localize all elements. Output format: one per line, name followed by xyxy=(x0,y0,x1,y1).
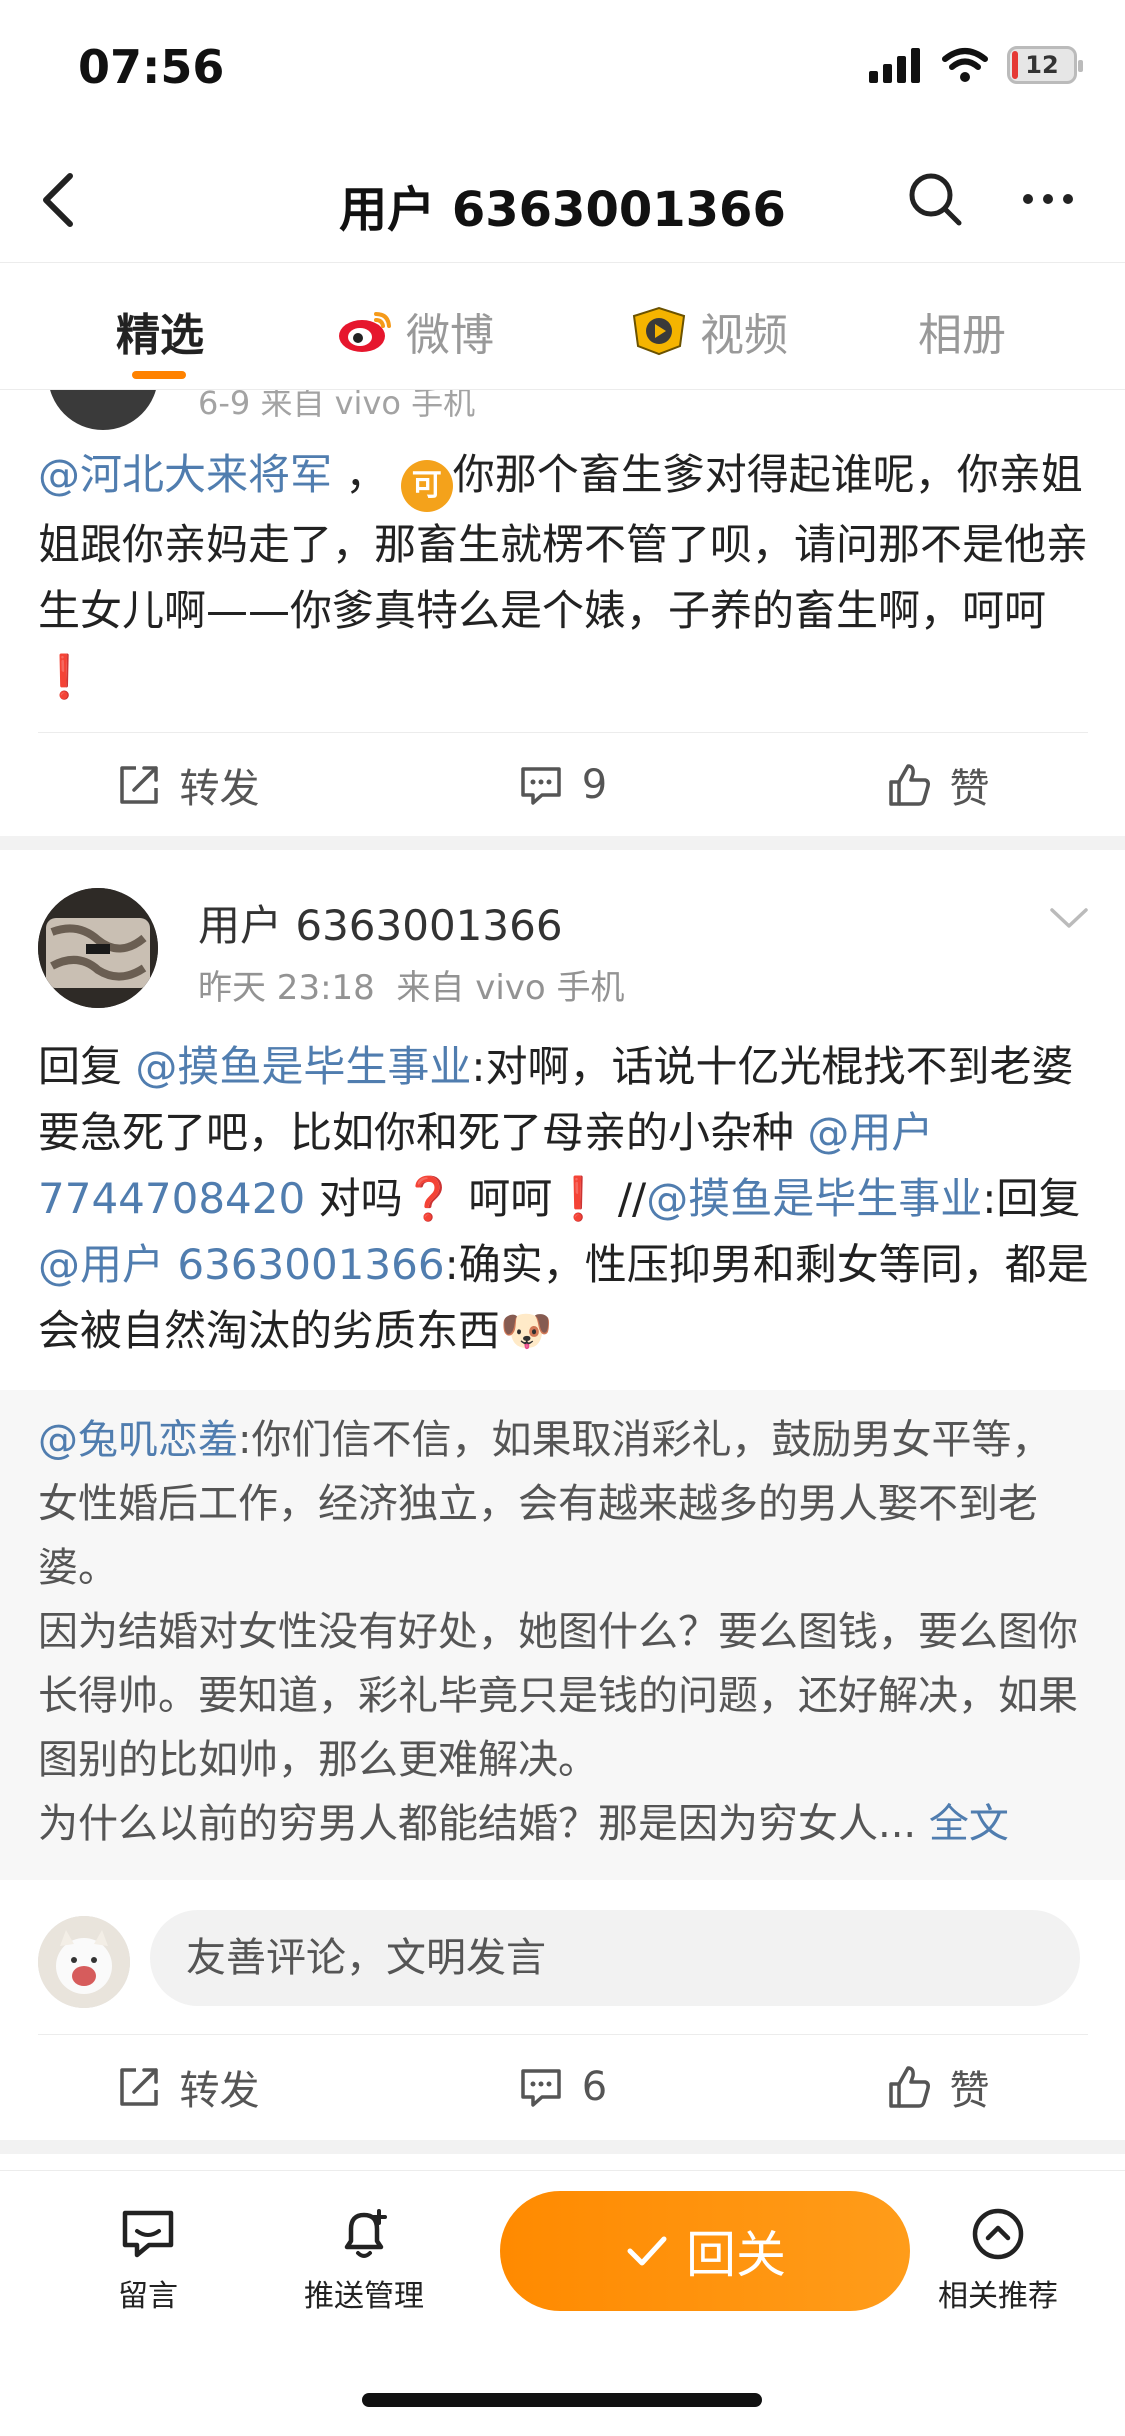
tab-label: 精选 xyxy=(116,310,204,361)
comment-count: 6 xyxy=(581,2064,608,2110)
full-text-link[interactable]: 全文 xyxy=(929,1801,1009,1847)
tab-label: 视频 xyxy=(700,310,788,361)
video-channel-icon xyxy=(632,306,686,356)
push-label: 推送管理 xyxy=(304,2279,424,2314)
follow-back-label: 回关 xyxy=(686,2226,786,2284)
like-button[interactable]: 赞 xyxy=(750,734,1125,836)
avatar[interactable] xyxy=(48,390,158,430)
text-separator: ， xyxy=(332,450,388,499)
post-time: 昨天 23:18 xyxy=(198,968,375,1008)
divider xyxy=(38,732,1088,733)
avatar-image xyxy=(38,888,158,1008)
avatar xyxy=(38,1916,130,2008)
mention-link[interactable]: @摸鱼是毕生事业 xyxy=(646,1174,982,1223)
divider xyxy=(38,2034,1088,2035)
post-text: 回复 @摸鱼是毕生事业:对啊，话说十亿光棍找不到老婆要急死了吧，比如你和死了母亲… xyxy=(38,1034,1098,1364)
status-time: 07:56 xyxy=(78,40,225,94)
section-separator xyxy=(0,836,1125,850)
mention-link[interactable]: @用户 6363001366 xyxy=(38,1240,445,1289)
bottom-bar: 留言 推送管理 回关 相关推荐 xyxy=(0,2170,1125,2436)
profile-tabs: 精选 微博 视频 相册 xyxy=(0,262,1125,390)
text-span: 回复 xyxy=(38,1042,136,1091)
tab-album[interactable]: 相册 xyxy=(918,299,1006,363)
exclamation-emoji: ❗ xyxy=(38,652,91,701)
quote-line: 因为结婚对女性没有好处，她图什么？要么图钱，要么图你长得帅。要知道，彩礼毕竟只是… xyxy=(38,1609,1078,1783)
signal-icon xyxy=(869,48,920,83)
doge-emoji-icon: 🐶 xyxy=(500,1306,553,1355)
section-separator xyxy=(0,2140,1125,2154)
comment-button[interactable]: 6 xyxy=(375,2036,750,2138)
tab-video[interactable]: 视频 xyxy=(630,299,788,363)
related-recommend-button[interactable]: 相关推荐 xyxy=(918,2205,1078,2315)
like-label: 赞 xyxy=(949,2068,990,2114)
comment-input[interactable]: 友善评论，文明发言 xyxy=(150,1910,1080,2006)
post-meta: 昨天 23:18 来自 vivo 手机 xyxy=(198,960,625,1009)
post-actions: 转发 6 赞 xyxy=(0,2036,1125,2138)
check-icon xyxy=(627,2236,667,2266)
quote-line: 为什么以前的穷男人都能结婚？那是因为穷女人... xyxy=(38,1801,917,1847)
mention-link[interactable]: @河北大来将军 xyxy=(38,450,332,499)
bell-plus-icon xyxy=(344,2209,387,2258)
tab-label: 相册 xyxy=(918,310,1006,361)
repost-label: 转发 xyxy=(179,766,260,812)
weibo-logo-icon xyxy=(339,312,391,352)
status-bar: 07:56 12 xyxy=(0,0,1125,140)
active-tab-indicator xyxy=(132,371,186,379)
chevron-up-circle-icon xyxy=(972,2208,1024,2260)
text-span: 呵呵 xyxy=(454,1174,553,1223)
wifi-icon xyxy=(942,48,988,82)
push-settings-button[interactable]: 推送管理 xyxy=(284,2205,444,2315)
repost-label: 转发 xyxy=(179,2068,260,2114)
comment-composer: 友善评论，文明发言 xyxy=(0,1906,1125,2016)
avatar-image xyxy=(38,1916,130,2008)
comment-icon xyxy=(521,767,561,805)
message-icon xyxy=(122,2210,174,2258)
comment-button[interactable]: 9 xyxy=(375,734,750,836)
message-label: 留言 xyxy=(118,2279,178,2314)
thumbs-up-icon xyxy=(888,2066,930,2108)
tab-featured[interactable]: 精选 xyxy=(116,299,204,363)
chevron-down-icon[interactable] xyxy=(1044,898,1094,938)
repost-icon xyxy=(119,2068,158,2106)
more-icon[interactable] xyxy=(1018,170,1078,228)
user-name[interactable]: 用户 6363001366 xyxy=(198,892,563,953)
post-source: 来自 vivo 手机 xyxy=(396,968,625,1008)
follow-back-button[interactable]: 回关 xyxy=(500,2191,910,2311)
like-label: 赞 xyxy=(949,766,990,812)
search-icon[interactable] xyxy=(906,170,964,228)
tab-label: 微博 xyxy=(406,310,494,361)
comment-icon xyxy=(521,2069,561,2107)
quoted-post[interactable]: @兔叽恋羞:你们信不信，如果取消彩礼，鼓励男女平等，女性婚后工作，经济独立，会有… xyxy=(0,1390,1125,1880)
related-label: 相关推荐 xyxy=(938,2279,1058,2314)
emoji-ke-icon: 可 xyxy=(400,460,453,512)
post-actions: 转发 9 赞 xyxy=(0,734,1125,836)
mention-link[interactable]: @摸鱼是毕生事业 xyxy=(135,1042,471,1091)
text-span: 对吗 xyxy=(305,1174,403,1223)
avatar[interactable] xyxy=(38,888,158,1008)
mention-link[interactable]: @兔叽恋羞 xyxy=(38,1417,238,1463)
nav-bar: 用户 6363001366 xyxy=(0,140,1125,260)
repost-button[interactable]: 转发 xyxy=(0,734,375,836)
like-button[interactable]: 赞 xyxy=(750,2036,1125,2138)
question-emoji: ❓ xyxy=(402,1174,455,1223)
text-span: :回复 xyxy=(982,1174,1081,1223)
battery-icon: 12 xyxy=(1007,46,1083,84)
post-meta: 6-9 来自 vivo 手机 xyxy=(198,390,476,422)
repost-button[interactable]: 转发 xyxy=(0,2036,375,2138)
quoted-text: @兔叽恋羞:你们信不信，如果取消彩礼，鼓励男女平等，女性婚后工作，经济独立，会有… xyxy=(38,1408,1087,1856)
text-span: // xyxy=(604,1174,647,1223)
exclamation-emoji: ❗ xyxy=(552,1174,605,1223)
feed[interactable]: 6-9 来自 vivo 手机 @河北大来将军 ， 可你那个畜生爹对得起谁呢，你亲… xyxy=(0,390,1125,2170)
repost-icon xyxy=(119,766,158,804)
tab-weibo[interactable]: 微博 xyxy=(336,299,494,363)
thumbs-up-icon xyxy=(888,764,930,806)
message-button[interactable]: 留言 xyxy=(68,2205,228,2315)
home-indicator xyxy=(362,2393,762,2407)
post-text: @河北大来将军 ， 可你那个畜生爹对得起谁呢，你亲姐姐跟你亲妈走了，那畜生就楞不… xyxy=(38,442,1088,710)
comment-count: 9 xyxy=(581,762,608,808)
status-icons: 12 xyxy=(869,46,1083,84)
